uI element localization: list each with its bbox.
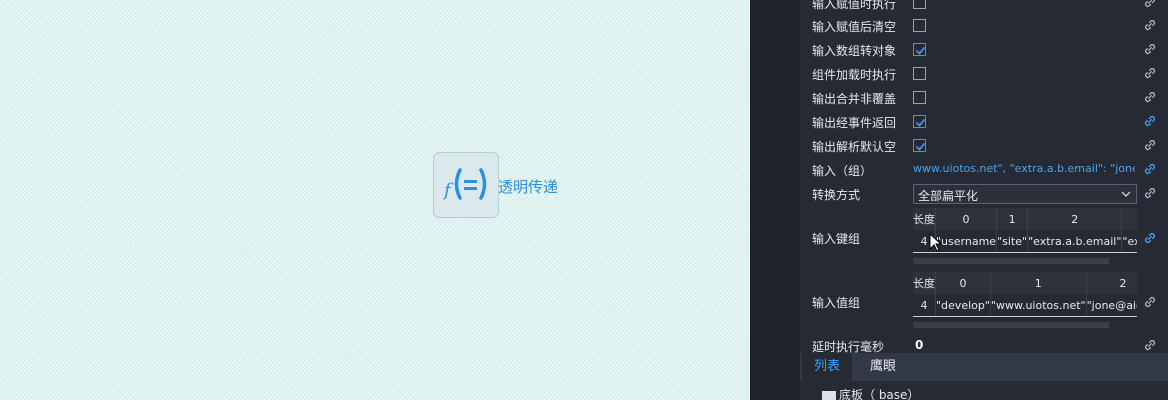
link-icon[interactable] [1143, 186, 1159, 202]
link-icon[interactable] [1143, 42, 1159, 58]
table-header: 3 [1121, 208, 1137, 230]
table-header: 长度 [913, 272, 936, 294]
property-row: 转换方式 全部扁平化 [800, 182, 1168, 206]
property-row: 输出经事件返回 [800, 110, 1168, 134]
link-icon[interactable] [1143, 18, 1159, 34]
merge-output-checkbox[interactable] [913, 91, 926, 104]
property-row: 输入赋值时执行 [800, 0, 1168, 15]
table-cell[interactable]: "extra.a.b.email" [1027, 230, 1123, 253]
key-group-scrollbar[interactable] [913, 258, 1109, 264]
tab-eagle-eye[interactable]: 鹰眼 [858, 353, 908, 381]
panel-gutter [750, 0, 800, 400]
property-label: 输出经事件返回 [812, 116, 897, 130]
design-canvas[interactable]: f 透明传递 [0, 0, 750, 400]
link-icon[interactable] [1143, 162, 1159, 178]
delay-value[interactable]: 0 [915, 338, 923, 352]
property-label: 组件加载时执行 [812, 68, 897, 82]
table-header: 1 [996, 208, 1029, 230]
property-label: 输入赋值后清空 [812, 20, 897, 34]
link-icon[interactable] [1143, 66, 1159, 82]
link-icon[interactable] [1143, 231, 1159, 247]
clear-after-assign-checkbox[interactable] [913, 19, 926, 32]
link-icon[interactable] [1143, 338, 1159, 354]
convert-mode-select[interactable]: 全部扁平化 [913, 184, 1137, 204]
output-via-event-checkbox[interactable] [913, 115, 926, 128]
property-row: 输出解析默认空 [800, 134, 1168, 158]
table-cell[interactable]: "extra.a.b [1121, 230, 1137, 253]
table-header: 2 [1027, 208, 1123, 230]
property-label: 输入数组转对象 [812, 44, 897, 58]
table-cell[interactable]: "www.uiotos.net" [990, 294, 1087, 317]
array-to-object-checkbox[interactable] [913, 43, 926, 56]
property-label: 输入键组 [812, 232, 861, 246]
tab-list[interactable]: 列表 [802, 353, 853, 381]
exec-on-load-checkbox[interactable] [913, 67, 926, 80]
property-row: 输入数组转对象 [800, 38, 1168, 62]
svg-text:f: f [442, 180, 454, 201]
property-panel: 输入赋值时执行 输入赋值后清空 输入数组转对象 组件加载时执行 输出合并非覆盖 … [800, 0, 1168, 403]
folder-icon [822, 391, 836, 400]
table-header: 0 [935, 208, 998, 230]
table-cell[interactable]: "username [935, 230, 998, 253]
key-group-table[interactable]: 长度 0 1 2 3 4 "username "site" "extra.a.b… [913, 208, 1137, 254]
tree-item[interactable]: 底板（ base） [822, 386, 919, 403]
input-group-value[interactable]: www.uiotos.net", "extra.a.b.email": "jon… [913, 162, 1135, 175]
mouse-cursor-icon [929, 232, 943, 256]
table-header: 0 [935, 272, 991, 294]
table-header: 长度 [913, 208, 936, 230]
property-label: 转换方式 [812, 188, 861, 202]
link-icon[interactable] [1143, 138, 1159, 154]
table-cell[interactable]: 4 [913, 294, 936, 317]
link-icon[interactable] [1143, 0, 1159, 11]
property-label: 输出解析默认空 [812, 140, 897, 154]
link-icon[interactable] [1143, 90, 1159, 106]
property-label: 输出合并非覆盖 [812, 92, 897, 106]
property-label: 输入（组） [812, 164, 873, 178]
bottom-tabs: 列表 鹰眼 [800, 353, 1168, 381]
chevron-down-icon [1120, 188, 1132, 203]
node-label: 透明传递 [498, 178, 559, 196]
table-header: 2 [1086, 272, 1137, 294]
property-row: 输入（组） www.uiotos.net", "extra.a.b.email"… [800, 158, 1168, 182]
property-row: 组件加载时执行 [800, 62, 1168, 86]
value-group-scrollbar[interactable] [913, 322, 1109, 328]
property-row: 输出合并非覆盖 [800, 86, 1168, 110]
link-icon[interactable] [1143, 295, 1159, 311]
parse-default-empty-checkbox[interactable] [913, 139, 926, 152]
link-icon[interactable] [1143, 114, 1159, 130]
table-cell[interactable]: "develop" [935, 294, 991, 317]
table-cell[interactable]: "jone@aiotos [1086, 294, 1137, 317]
property-label: 输入赋值时执行 [812, 0, 897, 11]
table-header: 1 [990, 272, 1087, 294]
function-node[interactable]: f [433, 152, 499, 218]
value-group-table[interactable]: 长度 0 1 2 3 4 "develop" "www.uiotos.net" … [913, 272, 1137, 318]
property-label: 输入值组 [812, 296, 861, 310]
function-icon: f [440, 164, 492, 207]
exec-on-assign-checkbox[interactable] [913, 0, 926, 9]
property-row: 输入赋值后清空 [800, 14, 1168, 38]
table-cell[interactable]: "site" [996, 230, 1029, 253]
convert-mode-value: 全部扁平化 [918, 189, 979, 203]
